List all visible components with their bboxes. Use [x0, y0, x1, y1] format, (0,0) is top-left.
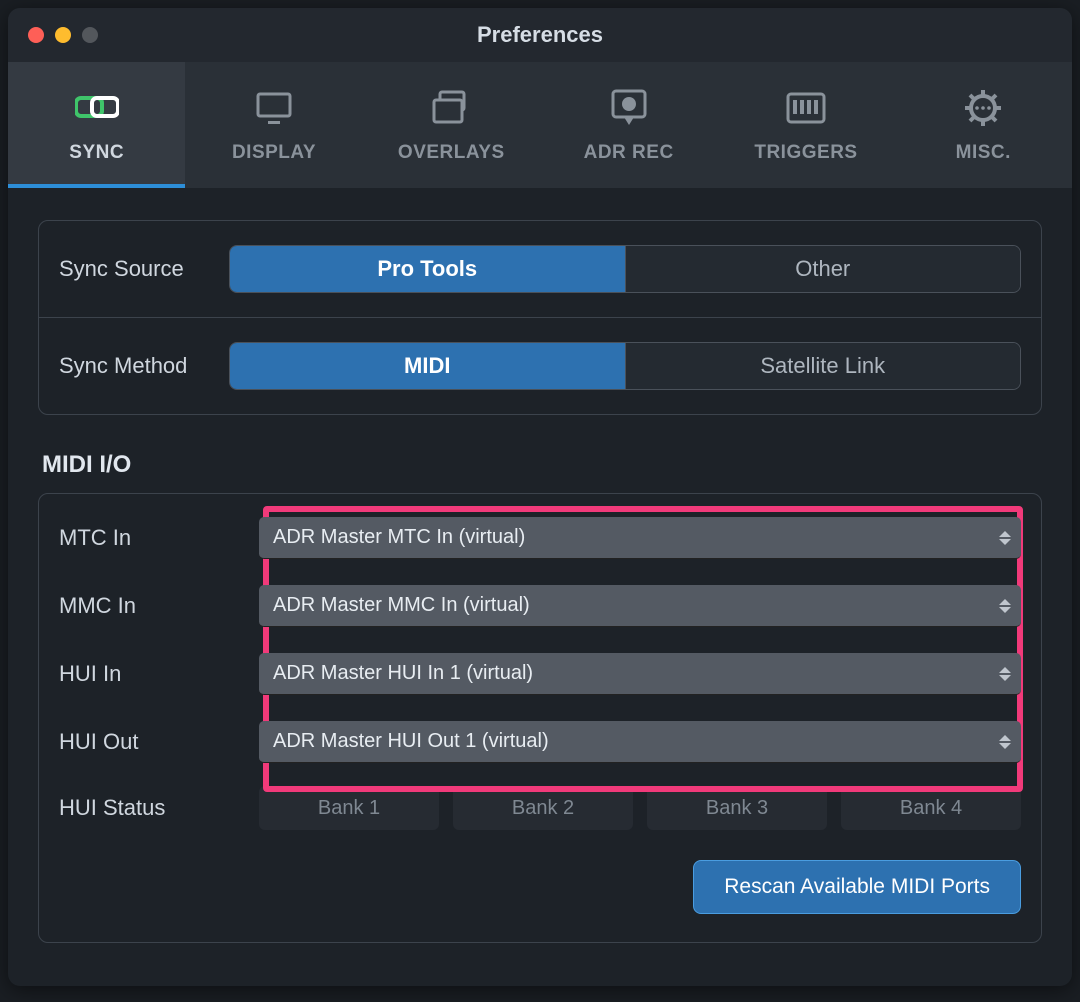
tab-display[interactable]: DISPLAY [185, 62, 362, 188]
titlebar: Preferences [8, 8, 1072, 62]
tab-triggers-label: TRIGGERS [754, 142, 857, 164]
sync-source-row: Sync Source Pro Tools Other [39, 221, 1041, 317]
hui-out-select[interactable]: ADR Master HUI Out 1 (virtual) [259, 721, 1021, 763]
sync-source-protools[interactable]: Pro Tools [230, 246, 625, 292]
hui-bank-1: Bank 1 [259, 786, 439, 830]
sync-method-segmented: MIDI Satellite Link [229, 342, 1021, 390]
tab-overlays[interactable]: OVERLAYS [363, 62, 540, 188]
midi-io-panel: MTC In ADR Master MTC In (virtual) MMC I… [38, 493, 1042, 943]
hui-in-select[interactable]: ADR Master HUI In 1 (virtual) [259, 653, 1021, 695]
tab-sync[interactable]: SYNC [8, 62, 185, 188]
hui-out-label: HUI Out [59, 729, 259, 755]
hui-bank-2: Bank 2 [453, 786, 633, 830]
midi-io-heading: MIDI I/O [42, 451, 1042, 479]
tab-misc[interactable]: MISC. [895, 62, 1072, 188]
tab-overlays-label: OVERLAYS [398, 142, 505, 164]
sync-source-other[interactable]: Other [625, 246, 1021, 292]
adr-rec-icon [607, 86, 651, 130]
window-title: Preferences [477, 22, 603, 48]
tab-adr-rec[interactable]: ADR REC [540, 62, 717, 188]
close-window-button[interactable] [28, 27, 44, 43]
tab-sync-label: SYNC [69, 142, 124, 164]
dropdown-arrows-icon [999, 531, 1011, 545]
hui-in-row: HUI In ADR Master HUI In 1 (virtual) [59, 650, 1021, 698]
hui-out-row: HUI Out ADR Master HUI Out 1 (virtual) [59, 718, 1021, 766]
tab-bar: SYNC DISPLAY OVERLAYS [8, 62, 1072, 188]
dropdown-arrows-icon [999, 735, 1011, 749]
mmc-in-value: ADR Master MMC In (virtual) [273, 594, 530, 617]
sync-method-row: Sync Method MIDI Satellite Link [39, 317, 1041, 414]
mtc-in-row: MTC In ADR Master MTC In (virtual) [59, 514, 1021, 562]
zoom-window-button[interactable] [82, 27, 98, 43]
sync-settings-panel: Sync Source Pro Tools Other Sync Method … [38, 220, 1042, 415]
hui-banks: Bank 1 Bank 2 Bank 3 Bank 4 [259, 786, 1021, 830]
hui-bank-4: Bank 4 [841, 786, 1021, 830]
minimize-window-button[interactable] [55, 27, 71, 43]
mtc-in-select[interactable]: ADR Master MTC In (virtual) [259, 517, 1021, 559]
hui-status-row: HUI Status Bank 1 Bank 2 Bank 3 Bank 4 [59, 786, 1021, 830]
hui-status-label: HUI Status [59, 795, 259, 821]
tab-triggers[interactable]: TRIGGERS [717, 62, 894, 188]
tab-display-label: DISPLAY [232, 142, 316, 164]
sync-source-segmented: Pro Tools Other [229, 245, 1021, 293]
mmc-in-label: MMC In [59, 593, 259, 619]
sync-icon [75, 86, 119, 130]
sync-method-midi[interactable]: MIDI [230, 343, 625, 389]
sync-source-label: Sync Source [59, 256, 209, 282]
hui-bank-3: Bank 3 [647, 786, 827, 830]
sync-method-satellite[interactable]: Satellite Link [625, 343, 1021, 389]
overlays-icon [429, 86, 473, 130]
mtc-in-value: ADR Master MTC In (virtual) [273, 526, 525, 549]
hui-out-value: ADR Master HUI Out 1 (virtual) [273, 730, 549, 753]
midi-triggers-icon [784, 86, 828, 130]
display-icon [252, 86, 296, 130]
rescan-midi-button[interactable]: Rescan Available MIDI Ports [693, 860, 1021, 914]
sync-content: Sync Source Pro Tools Other Sync Method … [8, 188, 1072, 943]
tab-adr-rec-label: ADR REC [584, 142, 674, 164]
mtc-in-label: MTC In [59, 525, 259, 551]
gear-icon [961, 86, 1005, 130]
mmc-in-row: MMC In ADR Master MMC In (virtual) [59, 582, 1021, 630]
hui-in-label: HUI In [59, 661, 259, 687]
tab-misc-label: MISC. [956, 142, 1011, 164]
dropdown-arrows-icon [999, 599, 1011, 613]
hui-in-value: ADR Master HUI In 1 (virtual) [273, 662, 533, 685]
mmc-in-select[interactable]: ADR Master MMC In (virtual) [259, 585, 1021, 627]
traffic-lights [8, 27, 98, 43]
sync-method-label: Sync Method [59, 353, 209, 379]
dropdown-arrows-icon [999, 667, 1011, 681]
preferences-window: Preferences SYNC DISPLAY [8, 8, 1072, 986]
rescan-row: Rescan Available MIDI Ports [59, 860, 1021, 914]
